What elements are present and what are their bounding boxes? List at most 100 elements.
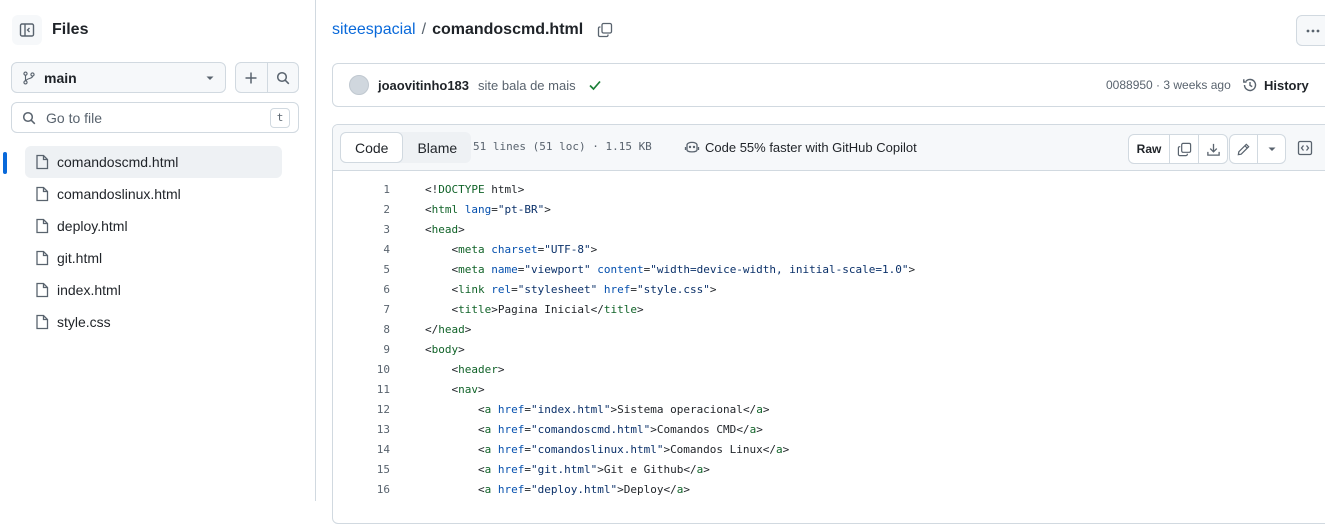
- commit-author[interactable]: joaovitinho183: [378, 78, 469, 93]
- line-number[interactable]: 13: [333, 423, 390, 436]
- collapse-sidebar-button[interactable]: [12, 15, 42, 45]
- file-item-style[interactable]: style.css: [25, 306, 282, 338]
- line-number[interactable]: 4: [333, 243, 390, 256]
- file-icon: [36, 314, 49, 330]
- commit-sha-time[interactable]: 0088950 · 3 weeks ago: [1106, 78, 1231, 92]
- code-view[interactable]: 1 <!DOCTYPE html> 2 <html lang="pt-BR"> 3 <he…: [333, 171, 1325, 499]
- file-name: deploy.html: [57, 218, 128, 234]
- code-line: 2 <html lang="pt-BR">: [333, 199, 1325, 219]
- code-line: 14 <a href="comandoslinux.html">Comandos…: [333, 439, 1325, 459]
- file-meta: 51 lines (51 loc) · 1.15 KB: [473, 140, 652, 153]
- file-item-comandoslinux[interactable]: comandoslinux.html: [25, 178, 282, 210]
- file-item-deploy[interactable]: deploy.html: [25, 210, 282, 242]
- line-number[interactable]: 10: [333, 363, 390, 376]
- file-actions: Raw: [1128, 134, 1228, 164]
- code-line: 8 </head>: [333, 319, 1325, 339]
- line-number[interactable]: 2: [333, 203, 390, 216]
- file-header: Code Blame 51 lines (51 loc) · 1.15 KB C…: [333, 125, 1325, 171]
- tab-blame[interactable]: Blame: [403, 132, 471, 163]
- sidebar-header: Files: [12, 14, 88, 46]
- file-name: git.html: [57, 250, 103, 266]
- download-button[interactable]: [1198, 135, 1227, 163]
- git-branch-icon: [23, 70, 35, 85]
- tab-code[interactable]: Code: [340, 132, 404, 163]
- more-options-button[interactable]: [1296, 15, 1325, 46]
- plus-icon: [245, 72, 257, 83]
- line-content: <meta charset="UTF-8">: [451, 242, 598, 256]
- copy-raw-button[interactable]: [1170, 135, 1198, 163]
- line-number[interactable]: 12: [333, 403, 390, 416]
- line-number[interactable]: 1: [333, 183, 390, 196]
- copilot-promo-link[interactable]: Code 55% faster with GitHub Copilot: [684, 139, 917, 155]
- code-line: 4 <meta charset="UTF-8">: [333, 239, 1325, 259]
- tree-actions: [235, 62, 299, 93]
- code-line: 11 <nav>: [333, 379, 1325, 399]
- code-line: 9 <body>: [333, 339, 1325, 359]
- file-icon: [36, 250, 49, 266]
- go-to-file-placeholder: Go to file: [46, 109, 103, 126]
- line-number[interactable]: 6: [333, 283, 390, 296]
- go-to-file-input[interactable]: Go to file t: [11, 102, 299, 133]
- line-content: <!DOCTYPE html>: [425, 182, 525, 196]
- line-number[interactable]: 9: [333, 343, 390, 356]
- code-line: 3 <head>: [333, 219, 1325, 239]
- line-content: <a href="deploy.html">Deploy</a>: [477, 482, 690, 496]
- code-line: 5 <meta name="viewport" content="width=d…: [333, 259, 1325, 279]
- breadcrumb-repo-link[interactable]: siteespacial: [332, 21, 416, 39]
- line-number[interactable]: 8: [333, 323, 390, 336]
- file-icon: [36, 282, 49, 298]
- line-number[interactable]: 15: [333, 463, 390, 476]
- file-name: comandoslinux.html: [57, 186, 181, 202]
- breadcrumb-file-name: comandoscmd.html: [432, 21, 584, 38]
- file-viewer: Code Blame 51 lines (51 loc) · 1.15 KB C…: [332, 124, 1325, 524]
- copy-icon: [598, 22, 613, 38]
- file-item-comandoscmd[interactable]: comandoscmd.html: [25, 146, 282, 178]
- latest-commit-bar: joaovitinho183 site bala de mais 0088950…: [332, 63, 1325, 107]
- copy-path-button[interactable]: [597, 22, 613, 38]
- sidebar-collapse-icon: [19, 23, 35, 37]
- file-icon: [36, 154, 49, 170]
- symbols-panel-button[interactable]: [1291, 134, 1319, 162]
- line-content: <header>: [451, 362, 505, 376]
- add-file-button[interactable]: [236, 63, 268, 92]
- line-number[interactable]: 5: [333, 263, 390, 276]
- file-name: index.html: [57, 282, 121, 298]
- line-number[interactable]: 11: [333, 383, 390, 396]
- file-tree-sidebar: Files main Go to file t comandoscmd.html…: [0, 0, 316, 501]
- line-content: <title>Pagina Inicial</title>: [451, 302, 644, 316]
- history-label: History: [1264, 77, 1309, 93]
- line-content: <a href="index.html">Sistema operacional…: [477, 402, 770, 416]
- file-list: comandoscmd.html comandoslinux.html depl…: [0, 146, 315, 338]
- code-line: 15 <a href="git.html">Git e Github</a>: [333, 459, 1325, 479]
- caret-down-icon: [1268, 147, 1275, 151]
- pencil-icon: [1237, 142, 1250, 155]
- code-line: 16 <a href="deploy.html">Deploy</a>: [333, 479, 1325, 499]
- avatar[interactable]: [349, 75, 369, 95]
- raw-button[interactable]: Raw: [1129, 135, 1170, 163]
- file-item-git[interactable]: git.html: [25, 242, 282, 274]
- line-number[interactable]: 3: [333, 223, 390, 236]
- line-number[interactable]: 16: [333, 483, 390, 496]
- check-icon: [588, 80, 601, 91]
- commit-message[interactable]: site bala de mais: [478, 78, 576, 93]
- caret-down-icon: [206, 76, 214, 80]
- breadcrumb: siteespacial / comandoscmd.html: [332, 18, 613, 42]
- copilot-text: Code 55% faster with GitHub Copilot: [705, 139, 917, 155]
- check-status[interactable]: [588, 78, 602, 92]
- edit-options-dropdown[interactable]: [1257, 135, 1285, 163]
- history-button[interactable]: History: [1242, 77, 1309, 93]
- line-number[interactable]: 7: [333, 303, 390, 316]
- line-number[interactable]: 14: [333, 443, 390, 456]
- search-files-button[interactable]: [268, 63, 299, 92]
- edit-actions: [1229, 134, 1286, 164]
- file-icon: [36, 218, 49, 234]
- code-line: 7 <title>Pagina Inicial</title>: [333, 299, 1325, 319]
- line-content: </head>: [425, 322, 472, 336]
- line-content: <nav>: [451, 382, 485, 396]
- line-content: <link rel="stylesheet" href="style.css">: [451, 282, 717, 296]
- file-item-index[interactable]: index.html: [25, 274, 282, 306]
- edit-file-button[interactable]: [1230, 135, 1257, 163]
- copy-icon: [1177, 142, 1191, 156]
- branch-selector[interactable]: main: [11, 62, 226, 93]
- code-square-icon: [1297, 140, 1313, 156]
